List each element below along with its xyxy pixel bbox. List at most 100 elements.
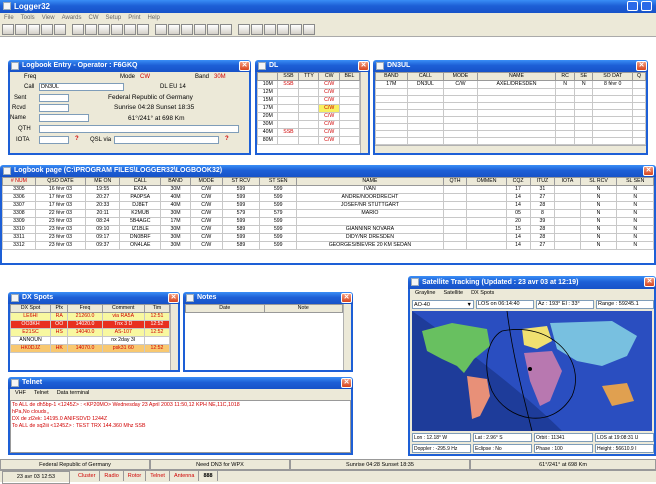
status-extra[interactable]: 888 xyxy=(199,471,218,481)
window3-icon[interactable] xyxy=(264,24,276,35)
menu-help[interactable]: Help xyxy=(148,15,160,21)
column-header[interactable]: Date xyxy=(185,304,265,313)
qsl-input[interactable] xyxy=(114,136,219,144)
column-header[interactable]: BAND xyxy=(375,72,408,81)
dx-spot-row[interactable]: E21SC HS 14040.0 AS-107 12:52 xyxy=(10,328,171,337)
new-log-icon[interactable] xyxy=(2,24,14,35)
grid-icon[interactable] xyxy=(54,24,66,35)
menu-file[interactable]: File xyxy=(4,15,14,21)
column-header[interactable]: CALL xyxy=(119,177,162,186)
column-header[interactable]: BEL xyxy=(338,72,361,81)
chart-icon[interactable] xyxy=(168,24,180,35)
world-map[interactable] xyxy=(412,311,652,431)
dx-scrollbar[interactable] xyxy=(170,304,178,370)
column-header[interactable]: QSO DATE xyxy=(34,177,87,186)
satellite-tab[interactable]: Satellite xyxy=(440,289,466,298)
name-input[interactable] xyxy=(39,114,89,122)
table-row[interactable]: 3306 17 févr 03 20:27 PA0PSA 40M C/W 599 599 AND… xyxy=(2,193,654,202)
column-header[interactable]: ITUZ xyxy=(529,177,556,186)
column-header[interactable]: NAME xyxy=(296,177,444,186)
status-telnet-button[interactable]: Telnet xyxy=(146,471,170,481)
mode-value[interactable]: CW xyxy=(140,74,150,80)
column-header[interactable]: Tim xyxy=(143,304,171,313)
table-row[interactable]: 3305 16 févr 03 19:55 EX2A 30M C/W 599 599 IVAN 1… xyxy=(2,185,654,194)
column-header[interactable]: DX Spot xyxy=(10,304,52,313)
status-rotor-button[interactable]: Rotor xyxy=(124,471,147,481)
dx-spot-row[interactable]: OO3KH OO 14020.0 Tnx 3 D 12:52 xyxy=(10,320,171,329)
column-header[interactable]: Note xyxy=(263,304,343,313)
column-header[interactable]: MODE xyxy=(189,177,223,186)
column-header[interactable]: CALL xyxy=(406,72,445,81)
close-icon[interactable]: ✕ xyxy=(168,293,179,303)
column-header[interactable]: # NUM xyxy=(2,177,36,186)
satellite-select[interactable]: AO-40 ▼ xyxy=(412,300,474,309)
table-row[interactable]: 80M C/W xyxy=(257,136,361,145)
telnet-tab[interactable]: VHF xyxy=(12,389,29,398)
rcvd-input[interactable] xyxy=(39,104,69,112)
close-icon[interactable]: ✕ xyxy=(636,61,647,71)
table-row[interactable]: 3309 23 févr 03 08:24 5B4AGC 17M C/W 599 599 20 3… xyxy=(2,217,654,226)
band-scrollbar[interactable] xyxy=(360,72,368,153)
telnet-tab[interactable]: Data terminal xyxy=(54,389,93,398)
close-icon[interactable]: ✕ xyxy=(239,61,250,71)
dx-spot-row[interactable]: LE6HI RA 21260.0 via RA5A 12:51 xyxy=(10,312,171,321)
close-icon[interactable]: ✕ xyxy=(341,293,352,303)
column-header[interactable]: Q xyxy=(632,72,646,81)
minimize-button[interactable] xyxy=(627,1,638,11)
status-cluster-button[interactable]: Cluster xyxy=(74,471,101,481)
column-header[interactable]: ME ON xyxy=(85,177,121,186)
table-icon[interactable] xyxy=(137,24,149,35)
menu-cw[interactable]: CW xyxy=(89,15,99,21)
column-header[interactable]: SL SEN xyxy=(616,177,654,186)
dn3ul-hscroll[interactable] xyxy=(375,145,646,153)
table2-icon[interactable] xyxy=(155,24,167,35)
satellite-tab[interactable]: DX Spots xyxy=(468,289,497,298)
menu-view[interactable]: View xyxy=(42,15,55,21)
radio-icon[interactable] xyxy=(124,24,136,35)
info-icon[interactable] xyxy=(303,24,315,35)
table-row[interactable]: 17M C/W xyxy=(257,104,361,113)
call-input[interactable]: DN3UL xyxy=(39,83,124,91)
dx-spot-row[interactable]: HK0DJZ HK 14070.0 psk31 60 12:52 xyxy=(10,344,171,353)
maximize-button[interactable] xyxy=(641,1,652,11)
window-icon[interactable] xyxy=(238,24,250,35)
table-row[interactable]: 40M SSB C/W xyxy=(257,128,361,137)
satellite-tab[interactable]: Grayline xyxy=(412,289,438,298)
close-icon[interactable]: ✕ xyxy=(644,277,655,287)
table-row[interactable]: 15M C/W xyxy=(257,96,361,105)
column-header[interactable]: SO DAT xyxy=(592,72,634,81)
dx-spot-row[interactable]: ANNOUN nx 2day 3I xyxy=(10,336,171,345)
menu-setup[interactable]: Setup xyxy=(106,15,122,21)
spot-icon[interactable] xyxy=(85,24,97,35)
qsl-help-icon[interactable]: ? xyxy=(225,136,229,142)
column-header[interactable]: ST RCV xyxy=(221,177,261,186)
status-antenna-button[interactable]: Antenna xyxy=(170,471,200,481)
column-header[interactable]: SSB xyxy=(277,72,300,81)
table-row[interactable]: 17M DN3UL C/W AXEL/DRESDEN N N 8 févr 0 xyxy=(375,80,646,89)
iota-help-icon[interactable]: ? xyxy=(75,136,79,142)
table-row[interactable]: 30M C/W xyxy=(257,120,361,129)
status-radio-button[interactable]: Radio xyxy=(100,471,124,481)
doc-icon[interactable] xyxy=(181,24,193,35)
menu-awards[interactable]: Awards xyxy=(62,15,82,21)
column-header[interactable]: SE xyxy=(574,72,594,81)
table-row[interactable]: 3310 23 févr 03 09:10 IZ1BLE 30M C/W 589 599 GIA… xyxy=(2,225,654,234)
column-header[interactable]: Freq xyxy=(67,304,103,313)
close-icon[interactable]: ✕ xyxy=(358,61,369,71)
column-header[interactable]: Comment xyxy=(101,304,145,313)
telnet-tab[interactable]: Telnet xyxy=(31,389,52,398)
table-row[interactable]: 3311 23 févr 03 09:17 DN0BRF 30M C/W 599 599 DID… xyxy=(2,233,654,242)
settings-icon[interactable] xyxy=(98,24,110,35)
gear-icon[interactable] xyxy=(220,24,232,35)
save-icon[interactable] xyxy=(290,24,302,35)
sent-input[interactable] xyxy=(39,94,69,102)
close-icon[interactable]: ✕ xyxy=(643,166,654,176)
window2-icon[interactable] xyxy=(251,24,263,35)
band-value[interactable]: 30M xyxy=(214,74,226,80)
column-header[interactable]: QTH xyxy=(442,177,468,186)
open-log-icon[interactable] xyxy=(15,24,27,35)
map-icon[interactable] xyxy=(72,24,84,35)
notes-scrollbar[interactable] xyxy=(343,304,351,370)
print-icon[interactable] xyxy=(111,24,123,35)
column-header[interactable]: OMMEN xyxy=(466,177,507,186)
